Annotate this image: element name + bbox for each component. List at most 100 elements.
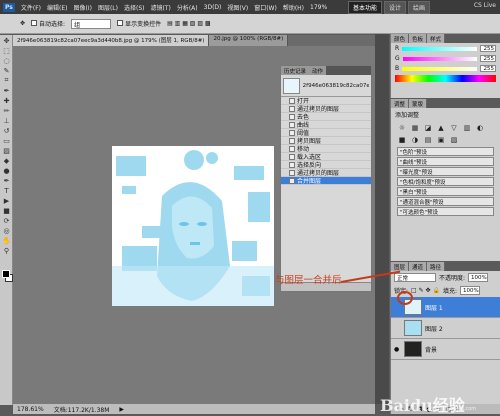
history-step-active[interactable]: 合并图层 <box>281 177 371 185</box>
tab-actions[interactable]: 动作 <box>309 66 327 75</box>
gradient-map-icon[interactable]: ▧ <box>449 135 459 144</box>
layer-name[interactable]: 背景 <box>425 345 437 354</box>
tab-channels[interactable]: 通道 <box>409 262 428 271</box>
align-icons[interactable]: ▤ ▥ ▦ ▧ ▨ ▩ <box>167 20 211 27</box>
blend-mode-select[interactable]: 正常 <box>394 273 436 282</box>
menu-item-select[interactable]: 选择(S) <box>124 3 145 12</box>
hue-saturation-icon[interactable]: ▥ <box>462 123 472 132</box>
menu-item-analysis[interactable]: 分析(A) <box>177 3 198 12</box>
workspace-paint-button[interactable]: 绘画 <box>407 1 430 14</box>
history-step[interactable]: 移动 <box>281 145 371 153</box>
preset-channel-mixer[interactable]: "通道混合器"预设 <box>397 197 494 206</box>
preset-exposure[interactable]: "曝光度"预设 <box>397 167 494 176</box>
b-slider[interactable] <box>402 66 477 71</box>
workspace-basic-button[interactable]: 基本功能 <box>347 1 382 14</box>
move-tool-icon[interactable]: ✥ <box>20 20 25 27</box>
dodge-icon[interactable]: ● <box>1 166 12 175</box>
photo-filter-icon[interactable]: ◑ <box>410 135 420 144</box>
menu-item-view[interactable]: 视图(V) <box>227 3 248 12</box>
auto-select-dropdown[interactable]: 组 <box>71 18 112 29</box>
preset-curves[interactable]: "曲线"预设 <box>397 157 494 166</box>
foreground-color-swatch[interactable] <box>2 270 10 278</box>
menu-item-3d[interactable]: 3D(D) <box>204 4 222 11</box>
zoom-icon[interactable]: ⚲ <box>1 246 12 255</box>
preset-levels[interactable]: "色阶"预设 <box>397 147 494 156</box>
b-value-field[interactable]: 255 <box>480 65 496 72</box>
layer-row[interactable]: ● 背景 <box>391 339 500 360</box>
3d-rotate-icon[interactable]: ⟳ <box>1 216 12 225</box>
preset-black-white[interactable]: "黑白"预设 <box>397 187 494 196</box>
menu-item-help[interactable]: 帮助(H) <box>283 3 304 12</box>
history-snapshot[interactable]: 2f946e063819c82ca07e... <box>281 75 371 97</box>
cs-live-button[interactable]: CS Live <box>474 2 496 9</box>
preset-hue-saturation[interactable]: "色相/饱和度"预设 <box>397 177 494 186</box>
color-spectrum[interactable] <box>395 75 496 82</box>
blur-icon[interactable]: ◆ <box>1 156 12 165</box>
hand-icon[interactable]: ✋ <box>1 236 12 245</box>
tab-masks[interactable]: 蒙版 <box>409 99 428 108</box>
clone-stamp-icon[interactable]: ⊥ <box>1 116 12 125</box>
lasso-icon[interactable]: ◌ <box>1 56 12 65</box>
g-slider[interactable] <box>402 56 477 61</box>
opacity-field[interactable]: 100% <box>468 273 488 282</box>
brush-icon[interactable]: ✏ <box>1 106 12 115</box>
type-icon[interactable]: T <box>1 186 12 195</box>
history-step[interactable]: 通过拷贝的图层 <box>281 105 371 113</box>
history-step[interactable]: 拷贝图层 <box>281 137 371 145</box>
history-step[interactable]: 阈值 <box>281 129 371 137</box>
tab-document-1[interactable]: 2f946e063819c82ca07eec9a3d440b8.jpg @ 17… <box>13 35 210 46</box>
menu-item-edit[interactable]: 编辑(E) <box>47 3 67 12</box>
menu-item-filter[interactable]: 滤镜(T) <box>150 3 170 12</box>
status-arrow-icon[interactable]: ▶ <box>119 406 124 413</box>
auto-select-checkbox[interactable] <box>31 20 38 26</box>
menu-item-window[interactable]: 窗口(W) <box>254 3 277 12</box>
black-white-icon[interactable]: ■ <box>397 135 407 144</box>
zoom-level[interactable]: 179% <box>310 4 327 11</box>
menu-item-image[interactable]: 图像(I) <box>74 3 92 12</box>
eyedropper-icon[interactable]: ✒ <box>1 86 12 95</box>
move-icon[interactable]: ✥ <box>1 36 12 45</box>
menu-item-layer[interactable]: 图层(L) <box>98 3 118 12</box>
show-transform-checkbox[interactable] <box>117 20 124 26</box>
tab-history[interactable]: 历史记录 <box>281 66 310 75</box>
curves-icon[interactable]: ◪ <box>423 123 433 132</box>
gradient-icon[interactable]: ▨ <box>1 146 12 155</box>
tab-swatches[interactable]: 色板 <box>409 34 428 43</box>
marquee-icon[interactable]: ⬚ <box>1 46 12 55</box>
tab-adjustments[interactable]: 调整 <box>391 99 410 108</box>
path-select-icon[interactable]: ▶ <box>1 196 12 205</box>
document-canvas[interactable] <box>112 146 274 306</box>
lock-icons[interactable]: □ ✎ ✥ 🔒 <box>411 287 440 294</box>
layer-name[interactable]: 图层 1 <box>425 303 443 312</box>
layer-name[interactable]: 图层 2 <box>425 324 443 333</box>
workspace-design-button[interactable]: 设计 <box>383 1 406 14</box>
layer-row[interactable]: 图层 2 <box>391 318 500 339</box>
pen-icon[interactable]: ✒ <box>1 176 12 185</box>
status-zoom[interactable]: 178.61% <box>17 406 44 413</box>
history-brush-icon[interactable]: ↺ <box>1 126 12 135</box>
eraser-icon[interactable]: ▭ <box>1 136 12 145</box>
exposure-icon[interactable]: ▲ <box>436 123 446 132</box>
history-step[interactable]: 去色 <box>281 113 371 121</box>
color-balance-icon[interactable]: ◐ <box>475 123 485 132</box>
shape-icon[interactable]: ■ <box>1 206 12 215</box>
channel-mixer-icon[interactable]: ▤ <box>423 135 433 144</box>
quick-select-icon[interactable]: ✎ <box>1 66 12 75</box>
history-step[interactable]: 载入选区 <box>281 153 371 161</box>
tab-layers[interactable]: 图层 <box>391 262 410 271</box>
levels-icon[interactable]: ▦ <box>410 123 420 132</box>
auto-select-option[interactable]: 自动选择: <box>31 19 65 28</box>
g-value-field[interactable]: 255 <box>480 55 496 62</box>
history-step[interactable]: 通过拷贝的图层 <box>281 169 371 177</box>
fill-field[interactable]: 100% <box>459 286 480 295</box>
r-slider[interactable] <box>402 46 477 51</box>
menu-item-file[interactable]: 文件(F) <box>21 3 41 12</box>
invert-icon[interactable]: ▣ <box>436 135 446 144</box>
preset-selective-color[interactable]: "可选颜色"预设 <box>397 207 494 216</box>
brightness-icon[interactable]: ☼ <box>397 123 407 132</box>
vibrance-icon[interactable]: ▽ <box>449 123 459 132</box>
r-value-field[interactable]: 255 <box>480 45 496 52</box>
visibility-eye-icon[interactable]: ● <box>394 346 401 353</box>
tab-styles[interactable]: 样式 <box>427 34 446 43</box>
tab-color[interactable]: 颜色 <box>391 34 410 43</box>
